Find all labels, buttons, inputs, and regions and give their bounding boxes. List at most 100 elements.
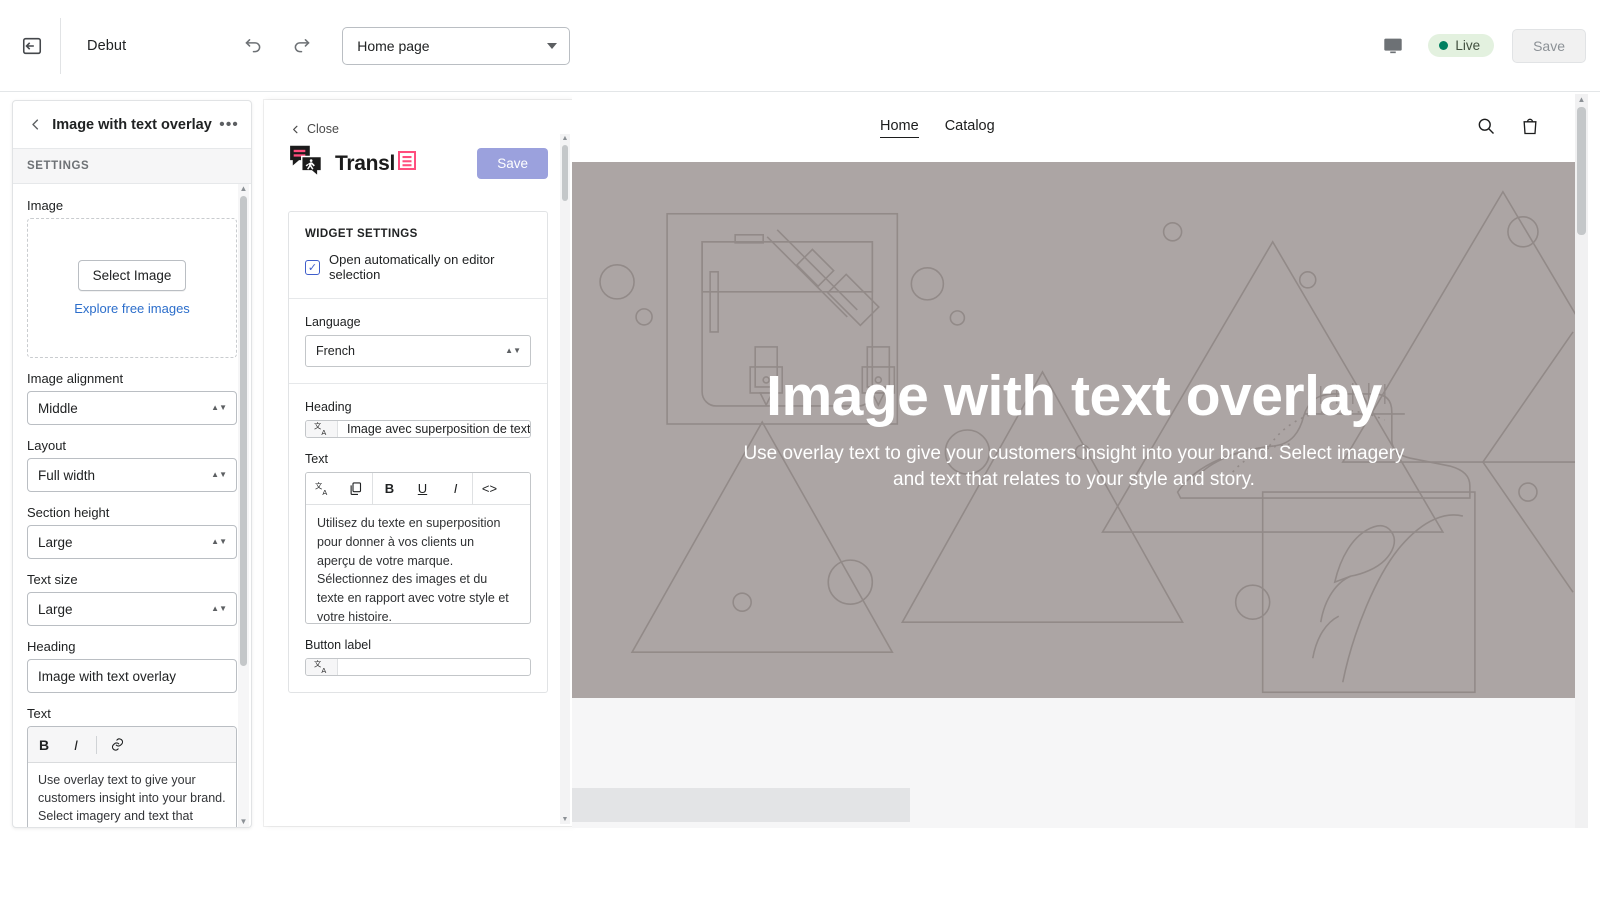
translate-icon[interactable]: 文 A xyxy=(306,659,338,675)
svg-text:A: A xyxy=(321,428,326,437)
scroll-up-icon[interactable]: ▲ xyxy=(240,184,248,194)
italic-icon[interactable]: I xyxy=(60,727,92,763)
select-arrows-icon: ▲▼ xyxy=(211,405,227,411)
desktop-icon[interactable] xyxy=(1376,29,1410,63)
text-size-value: Large xyxy=(38,602,73,617)
text-size-select[interactable]: Large ▲▼ xyxy=(27,592,237,626)
text-size-field: Text size Large ▲▼ xyxy=(27,572,237,626)
widget-save-button[interactable]: Save xyxy=(477,148,548,179)
ellipsis-icon[interactable]: ••• xyxy=(217,120,241,130)
preview-scrollbar[interactable]: ▲ xyxy=(1575,94,1588,828)
select-arrows-icon: ▲▼ xyxy=(211,472,227,478)
exit-editor-button[interactable] xyxy=(14,28,50,64)
bold-icon[interactable]: B xyxy=(28,727,60,763)
widget-text-label: Text xyxy=(305,452,531,466)
page-selector[interactable]: Home page xyxy=(342,27,570,65)
page-title: Image with text overlay xyxy=(47,117,217,133)
widget-rich-text-toolbar: 文 A B U I <> xyxy=(306,473,530,505)
section-height-field: Section height Large ▲▼ xyxy=(27,505,237,559)
history-controls xyxy=(236,29,318,63)
widget-heading-label: Heading xyxy=(305,400,531,414)
preview-nav-icons xyxy=(1476,116,1540,141)
select-arrows-icon: ▲▼ xyxy=(505,348,521,354)
link-icon[interactable] xyxy=(101,727,133,763)
redo-icon[interactable] xyxy=(284,29,318,63)
scroll-down-icon[interactable]: ▼ xyxy=(240,817,248,827)
settings-section-label: SETTINGS xyxy=(13,149,251,184)
heading-input[interactable]: Image with text overlay xyxy=(27,659,237,693)
language-section: Language French ▲▼ xyxy=(289,298,547,383)
section-height-value: Large xyxy=(38,535,73,550)
image-dropzone[interactable]: Select Image Explore free images xyxy=(27,218,237,358)
translate-icon[interactable]: 文 A xyxy=(306,421,338,437)
select-image-button[interactable]: Select Image xyxy=(78,260,187,291)
live-label: Live xyxy=(1455,38,1480,53)
hero-section: Image with text overlay Use overlay text… xyxy=(572,162,1576,698)
widget-rich-text-editor: 文 A B U I <> Utilise xyxy=(305,472,531,624)
top-bar-actions: Live Save xyxy=(1376,29,1600,63)
section-height-select[interactable]: Large ▲▼ xyxy=(27,525,237,559)
preview-content-block xyxy=(572,788,910,822)
rich-text-content[interactable]: Use overlay text to give your customers … xyxy=(28,763,236,827)
language-select[interactable]: French ▲▼ xyxy=(305,335,531,367)
widget-heading-input[interactable]: Image avec superposition de texte xyxy=(338,421,530,437)
layout-label: Layout xyxy=(27,438,237,453)
layout-select[interactable]: Full width ▲▼ xyxy=(27,458,237,492)
live-status-badge[interactable]: Live xyxy=(1428,34,1494,57)
copy-icon[interactable] xyxy=(339,473,372,504)
widget-settings-card: WIDGET SETTINGS ✓ Open automatically on … xyxy=(288,211,548,693)
select-arrows-icon: ▲▼ xyxy=(211,539,227,545)
widget-close-button[interactable]: Close xyxy=(264,100,572,136)
underline-icon[interactable]: U xyxy=(406,473,439,504)
widget-settings-title: WIDGET SETTINGS xyxy=(305,228,531,240)
preview-frame: Home Catalog xyxy=(572,94,1576,828)
widget-settings-section: WIDGET SETTINGS ✓ Open automatically on … xyxy=(289,212,547,298)
scroll-up-icon[interactable]: ▲ xyxy=(1578,94,1586,105)
hero-paragraph: Use overlay text to give your customers … xyxy=(738,441,1410,492)
open-automatically-label: Open automatically on editor selection xyxy=(329,252,531,282)
svg-text:A: A xyxy=(322,488,327,497)
heading-field: Heading Image with text overlay xyxy=(27,639,237,693)
page-selector-value: Home page xyxy=(357,38,429,54)
logo-glyph-icon xyxy=(398,151,416,176)
section-height-label: Section height xyxy=(27,505,237,520)
cart-icon[interactable] xyxy=(1520,116,1540,141)
scrollbar-thumb[interactable] xyxy=(240,196,247,666)
heading-label: Heading xyxy=(27,639,237,654)
settings-panel-scrollbar[interactable]: ▲ ▼ xyxy=(238,184,249,827)
translate-icon[interactable]: 文 A xyxy=(306,473,339,504)
checkbox-checked-icon[interactable]: ✓ xyxy=(305,260,320,275)
search-icon[interactable] xyxy=(1476,116,1496,141)
image-alignment-select[interactable]: Middle ▲▼ xyxy=(27,391,237,425)
explore-free-images-link[interactable]: Explore free images xyxy=(74,301,190,316)
widget-logo: Transl xyxy=(288,144,416,183)
select-arrows-icon: ▲▼ xyxy=(211,606,227,612)
widget-button-label-row[interactable]: 文 A xyxy=(305,658,531,676)
widget-heading-input-row[interactable]: 文 A Image avec superposition de texte xyxy=(305,420,531,438)
top-bar: Debut Home page Live Save xyxy=(0,0,1600,92)
settings-panel-body: Image Select Image Explore free images I… xyxy=(13,184,251,827)
nav-link-home[interactable]: Home xyxy=(880,118,919,138)
undo-icon[interactable] xyxy=(236,29,270,63)
text-field: Text B I Use overlay text to give your c… xyxy=(27,706,237,827)
image-alignment-label: Image alignment xyxy=(27,371,237,386)
language-label: Language xyxy=(305,315,531,329)
rich-text-editor: B I Use overlay text to give your custom… xyxy=(27,726,237,827)
placeholder-artwork xyxy=(572,162,1576,698)
image-label: Image xyxy=(27,198,237,213)
bold-icon[interactable]: B xyxy=(373,473,406,504)
layout-value: Full width xyxy=(38,468,95,483)
image-alignment-field: Image alignment Middle ▲▼ xyxy=(27,371,237,425)
open-automatically-row[interactable]: ✓ Open automatically on editor selection xyxy=(305,252,531,282)
chevron-left-icon[interactable] xyxy=(23,117,47,132)
live-dot-icon xyxy=(1439,41,1448,50)
language-value: French xyxy=(316,344,355,358)
widget-button-label-input[interactable] xyxy=(338,659,530,675)
italic-icon[interactable]: I xyxy=(439,473,472,504)
save-button[interactable]: Save xyxy=(1512,29,1586,63)
widget-logo-text: Transl xyxy=(335,151,416,176)
widget-rich-text-content[interactable]: Utilisez du texte en superposition pour … xyxy=(306,505,530,623)
nav-link-catalog[interactable]: Catalog xyxy=(945,118,995,138)
scrollbar-thumb[interactable] xyxy=(1577,107,1586,235)
code-icon[interactable]: <> xyxy=(473,473,506,504)
